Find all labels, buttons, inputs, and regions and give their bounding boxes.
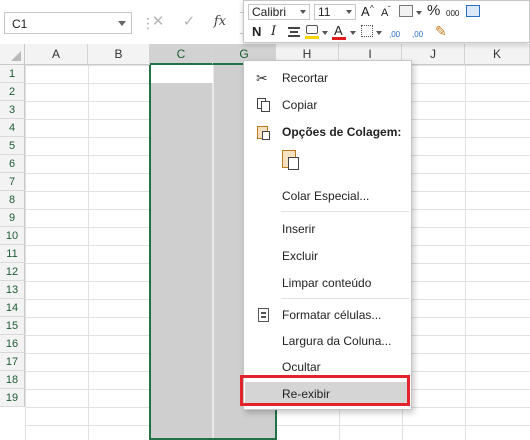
font-size-select[interactable]: 11	[314, 4, 356, 20]
copy-icon	[256, 97, 272, 113]
menu-item-recortar[interactable]: ✂ Recortar	[245, 66, 410, 90]
row-header[interactable]: 14	[0, 299, 25, 317]
align-center-mid-line	[290, 31, 298, 33]
row-header[interactable]: 13	[0, 281, 25, 299]
row-header[interactable]: 8	[0, 191, 25, 209]
row-header[interactable]: 1	[0, 65, 25, 83]
menu-item-label: Largura da Coluna...	[282, 334, 392, 348]
format-cells-icon	[256, 307, 272, 323]
menu-item-label: Opções de Colagem:	[282, 125, 402, 139]
select-all-button[interactable]	[0, 44, 25, 65]
decrease-decimal-button[interactable]: ,00	[412, 27, 423, 43]
menu-separator	[281, 211, 409, 212]
insert-function-icon[interactable]: fx	[212, 13, 228, 31]
enter-icon[interactable]: ✓	[181, 13, 197, 31]
menu-item-label: Copiar	[282, 98, 318, 112]
column-header-c[interactable]: C	[150, 44, 213, 65]
name-box[interactable]: C1	[4, 12, 132, 34]
row-header[interactable]: 10	[0, 227, 25, 245]
grow-font-caret-icon: ^	[370, 4, 374, 13]
column-header-k[interactable]: K	[465, 44, 530, 65]
menu-separator	[281, 298, 409, 299]
chevron-down-icon	[346, 10, 352, 14]
row-header[interactable]: 15	[0, 317, 25, 335]
chevron-down-icon[interactable]	[376, 31, 382, 35]
format-cells-dot	[261, 316, 266, 318]
mini-toolbar: Calibri 11 A ^ A ˇ % 000 N I A ,00 ,00 ✎	[243, 0, 530, 43]
grow-font-button[interactable]: A	[361, 4, 370, 20]
row-header[interactable]: 9	[0, 209, 25, 227]
row-header[interactable]: 16	[0, 335, 25, 353]
paste-button[interactable]	[278, 147, 304, 175]
comma-style-button[interactable]: 000	[446, 6, 459, 22]
chevron-down-icon[interactable]	[322, 31, 328, 35]
menu-item-inserir[interactable]: Inserir	[245, 217, 410, 241]
menu-item-colar-especial[interactable]: Colar Especial...	[245, 184, 410, 208]
font-name-value: Calibri	[252, 5, 287, 19]
row-header[interactable]: 7	[0, 173, 25, 191]
menu-item-label: Colar Especial...	[282, 189, 370, 203]
merge-center-icon[interactable]	[466, 5, 480, 17]
column-header-a[interactable]: A	[25, 44, 88, 65]
row-header[interactable]: 11	[0, 245, 25, 263]
grid-line	[88, 65, 89, 440]
menu-item-copiar[interactable]: Copiar	[245, 93, 410, 117]
chevron-down-icon	[300, 10, 306, 14]
increase-decimal-button[interactable]: ,00	[389, 27, 400, 43]
row-header[interactable]: 6	[0, 155, 25, 173]
row-header[interactable]: 4	[0, 119, 25, 137]
menu-item-label: Inserir	[282, 222, 316, 236]
format-painter-icon[interactable]: ✎	[435, 23, 447, 39]
paste-icon-sheet	[288, 157, 299, 170]
font-size-value: 11	[318, 5, 331, 19]
menu-item-label: Formatar células...	[282, 308, 382, 322]
column-header-b[interactable]: B	[88, 44, 150, 65]
menu-item-label: Recortar	[282, 71, 329, 85]
menu-item-excluir[interactable]: Excluir	[245, 244, 410, 268]
grid-line	[465, 65, 466, 440]
chevron-down-icon[interactable]	[416, 11, 422, 15]
italic-button[interactable]: I	[271, 24, 276, 40]
paste-options-icon	[256, 124, 272, 140]
scissors-icon: ✂	[256, 70, 268, 86]
row-header[interactable]: 17	[0, 353, 25, 371]
borders-icon[interactable]	[361, 25, 373, 37]
format-cells-frame	[258, 308, 269, 322]
bold-button[interactable]: N	[252, 24, 261, 40]
menu-item-opcoes-colagem: Opções de Colagem:	[245, 120, 410, 144]
shrink-font-caret-icon: ˇ	[388, 5, 391, 14]
row-header[interactable]: 12	[0, 263, 25, 281]
menu-item-formatar-celulas[interactable]: Formatar células...	[245, 303, 410, 327]
menu-item-label: Excluir	[282, 249, 319, 263]
row-header[interactable]: 5	[0, 137, 25, 155]
accounting-format-icon[interactable]	[399, 5, 413, 17]
fill-color-swatch	[305, 36, 319, 39]
menu-item-largura-coluna[interactable]: Largura da Coluna...	[245, 329, 410, 353]
chevron-down-icon[interactable]	[350, 31, 356, 35]
chevron-down-icon[interactable]	[118, 21, 126, 26]
row-header[interactable]: 3	[0, 101, 25, 119]
annotation-highlight	[240, 375, 410, 406]
percent-style-button[interactable]: %	[427, 3, 440, 19]
select-all-triangle-icon	[11, 51, 21, 61]
font-color-swatch	[332, 37, 346, 40]
clipboard-sheet	[262, 131, 270, 140]
fill-color-icon[interactable]	[306, 25, 318, 34]
name-box-value: C1	[12, 17, 28, 31]
menu-item-label: Ocultar	[282, 360, 321, 374]
row-header[interactable]: 18	[0, 371, 25, 389]
drag-handle-icon[interactable]: ⋮	[141, 14, 155, 32]
menu-item-label: Limpar conteúdo	[282, 276, 372, 290]
menu-item-limpar-conteudo[interactable]: Limpar conteúdo	[245, 271, 410, 295]
format-cells-dot	[261, 312, 266, 314]
font-name-select[interactable]: Calibri	[248, 4, 310, 20]
copy-icon-front	[261, 101, 270, 112]
context-menu: ✂ Recortar Copiar Opções de Colagem: Col…	[243, 60, 412, 410]
row-header[interactable]: 19	[0, 389, 25, 407]
row-header[interactable]: 2	[0, 83, 25, 101]
cancel-icon[interactable]: ✕	[150, 13, 166, 31]
